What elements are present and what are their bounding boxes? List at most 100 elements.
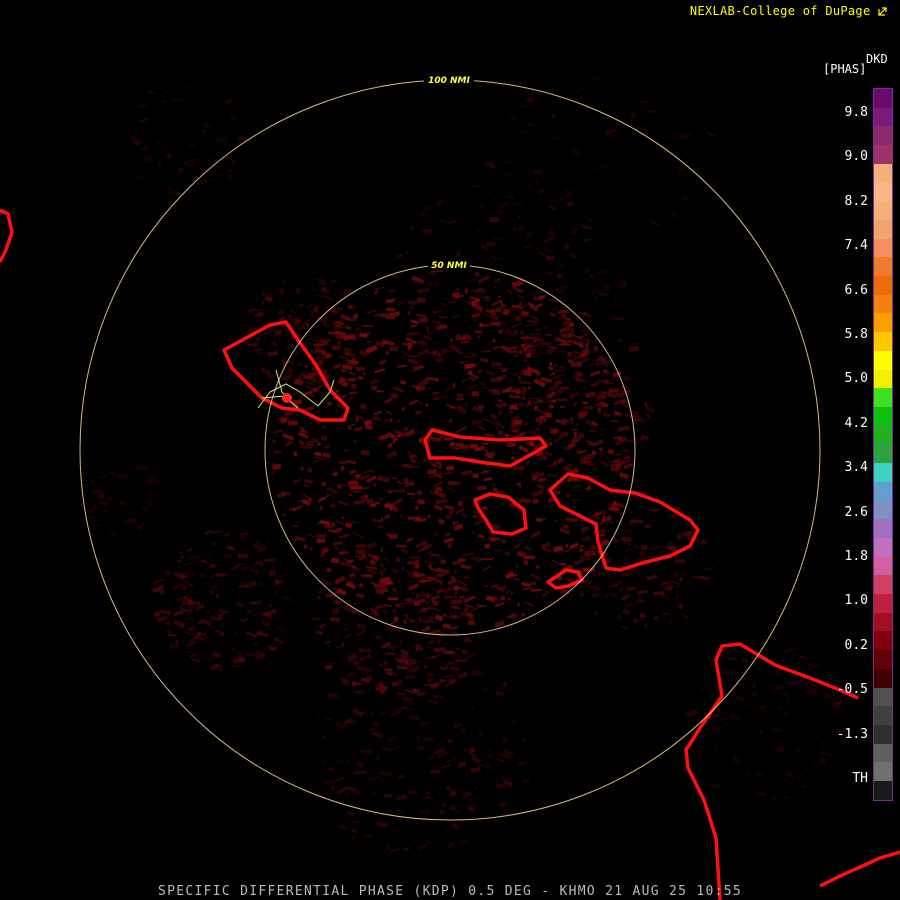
legend-color-segment bbox=[874, 781, 892, 800]
radar-echo bbox=[461, 728, 467, 734]
radar-echo bbox=[484, 387, 487, 389]
radar-echo bbox=[350, 672, 355, 675]
radar-echo bbox=[420, 721, 430, 725]
radar-echo bbox=[547, 438, 553, 441]
radar-echo bbox=[573, 559, 584, 566]
radar-echo bbox=[741, 772, 751, 779]
radar-echo bbox=[108, 531, 118, 536]
radar-echo bbox=[720, 655, 727, 659]
radar-echo bbox=[298, 439, 306, 446]
radar-echo bbox=[378, 663, 383, 667]
radar-echo bbox=[570, 172, 576, 174]
radar-echo bbox=[547, 365, 554, 371]
radar-echo bbox=[423, 683, 429, 687]
radar-echo bbox=[513, 373, 519, 378]
radar-echo bbox=[459, 818, 464, 824]
radar-echo bbox=[415, 489, 423, 497]
radar-echo bbox=[397, 419, 401, 423]
radar-echo bbox=[550, 199, 562, 202]
radar-echo bbox=[798, 773, 803, 779]
radar-echo bbox=[316, 379, 323, 385]
radar-echo bbox=[371, 385, 378, 391]
radar-echo bbox=[457, 760, 467, 768]
radar-echo bbox=[409, 465, 421, 469]
radar-echo bbox=[363, 469, 374, 474]
radar-echo bbox=[407, 311, 411, 316]
radar-echo bbox=[404, 675, 416, 679]
radar-echo bbox=[496, 758, 504, 762]
radar-echo bbox=[125, 518, 138, 524]
radar-echo bbox=[139, 104, 147, 108]
radar-echo bbox=[358, 655, 368, 662]
legend-color-segment bbox=[874, 481, 892, 501]
radar-echo bbox=[262, 292, 266, 296]
radar-echo bbox=[314, 451, 322, 457]
radar-echo bbox=[365, 344, 378, 355]
radar-echo bbox=[208, 589, 215, 595]
radar-echo bbox=[556, 457, 565, 465]
radar-echo bbox=[326, 567, 332, 573]
radar-echo bbox=[372, 483, 377, 488]
radar-echo bbox=[568, 351, 576, 357]
radar-echo bbox=[664, 597, 670, 600]
radar-echo bbox=[294, 479, 297, 482]
radar-echo bbox=[492, 345, 501, 350]
radar-echo bbox=[457, 579, 467, 586]
radar-echo bbox=[519, 104, 527, 108]
radar-echo bbox=[497, 367, 510, 370]
radar-echo bbox=[456, 656, 462, 659]
radar-echo bbox=[747, 757, 752, 760]
radar-echo bbox=[468, 384, 478, 391]
radar-echo bbox=[336, 644, 347, 649]
radar-echo bbox=[615, 465, 622, 471]
radar-echo bbox=[453, 722, 462, 729]
radar-echo bbox=[89, 478, 96, 485]
radar-echo bbox=[493, 390, 499, 393]
radar-echo bbox=[521, 395, 526, 401]
radar-echo bbox=[315, 630, 324, 635]
radar-echo bbox=[534, 277, 538, 282]
radar-echo bbox=[532, 210, 538, 212]
legend-tick-label: 1.8 bbox=[844, 549, 868, 564]
radar-echo bbox=[524, 545, 533, 551]
radar-echo bbox=[445, 514, 452, 520]
radar-echo bbox=[482, 686, 488, 692]
radar-echo bbox=[292, 478, 303, 485]
external-link-icon[interactable] bbox=[878, 6, 888, 16]
radar-echo bbox=[443, 504, 455, 511]
radar-echo bbox=[318, 622, 327, 629]
radar-echo bbox=[338, 824, 348, 831]
radar-echo bbox=[335, 389, 340, 394]
radar-echo bbox=[282, 433, 294, 441]
radar-echo bbox=[417, 498, 426, 505]
radar-echo bbox=[427, 755, 435, 761]
radar-echo bbox=[624, 602, 634, 608]
radar-echo bbox=[576, 450, 581, 455]
radar-echo bbox=[316, 534, 327, 539]
radar-echo bbox=[622, 449, 628, 452]
legend-color-segment bbox=[874, 463, 892, 482]
radar-echo bbox=[590, 545, 597, 550]
radar-echo bbox=[631, 418, 642, 422]
radar-echo bbox=[206, 610, 211, 615]
radar-echo bbox=[636, 125, 647, 131]
county-outlines bbox=[0, 208, 900, 900]
radar-echo bbox=[108, 470, 116, 477]
radar-echo bbox=[383, 660, 389, 667]
radar-echo bbox=[442, 394, 450, 401]
legend-color-segment bbox=[874, 706, 892, 725]
radar-echo bbox=[348, 371, 357, 376]
radar-echo bbox=[139, 117, 149, 123]
radar-echo bbox=[627, 543, 631, 547]
radar-echo bbox=[271, 438, 277, 444]
radar-echo bbox=[572, 549, 579, 552]
radar-echo bbox=[140, 505, 149, 512]
radar-echo bbox=[383, 793, 393, 798]
radar-echo bbox=[595, 164, 608, 171]
radar-echo bbox=[303, 478, 314, 484]
radar-echo bbox=[788, 680, 801, 686]
radar-echo bbox=[470, 755, 482, 764]
radar-echo bbox=[493, 286, 497, 289]
radar-echo bbox=[450, 822, 461, 830]
radar-echo bbox=[465, 595, 476, 602]
